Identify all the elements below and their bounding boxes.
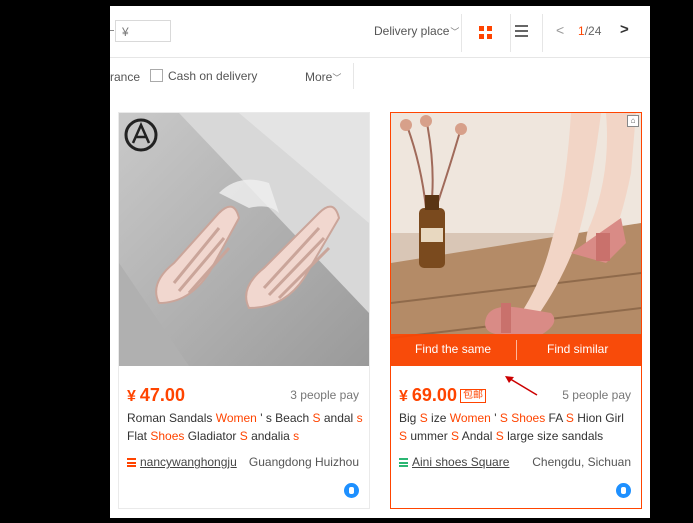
grid-view-button[interactable] [462, 8, 510, 57]
filter-insurance[interactable]: rance [110, 70, 140, 84]
chat-icon[interactable] [344, 483, 359, 498]
shop-location: Guangdong Huizhou [248, 455, 359, 469]
checkbox-icon[interactable] [150, 69, 163, 82]
product-price: ¥47.00 [127, 385, 185, 405]
delivery-place-label: Delivery place [374, 24, 450, 38]
annotation-arrow-icon [505, 376, 538, 396]
product-title[interactable]: Roman Sandals Women ' s Beach S andal s … [127, 409, 363, 445]
product-price: ¥69.00 包邮 [399, 385, 486, 406]
delivery-place-dropdown[interactable]: Delivery place﹀ [374, 24, 459, 38]
chevron-down-icon: ﹀ [332, 73, 342, 83]
filter-bar: rance Cash on delivery More﹀ [110, 58, 650, 97]
compare-icon[interactable]: ⌂ [627, 115, 639, 127]
next-page-button[interactable]: > [620, 21, 629, 38]
chat-icon[interactable] [616, 483, 631, 498]
prev-page-button[interactable]: < [556, 22, 564, 38]
product-title[interactable]: Big S ize Women ' S Shoes FA S Hion Girl… [399, 409, 635, 445]
shop-icon [399, 458, 408, 467]
shop-link[interactable]: Aini shoes Square [399, 455, 509, 469]
product-image[interactable]: ⌂ Find the same Find similar [391, 113, 641, 366]
search-results-page: ¥ Delivery place﹀ < 1/24 > rance Cash on… [110, 6, 650, 518]
product-image[interactable] [119, 113, 369, 366]
divider [353, 63, 354, 89]
find-similar-button[interactable]: Find similar [547, 342, 608, 356]
find-actions-bar: Find the same Find similar [391, 334, 641, 366]
divider [516, 340, 517, 360]
list-view-icon[interactable] [515, 25, 529, 37]
free-shipping-badge: 包邮 [459, 389, 486, 403]
product-card[interactable]: ¥47.00 3 people pay Roman Sandals Women … [118, 112, 370, 509]
product-card[interactable]: ⌂ Find the same Find similar ¥69.00 包邮 5 … [390, 112, 642, 509]
grid-view-icon [479, 26, 493, 40]
chevron-down-icon: ﹀ [450, 27, 460, 37]
shop-icon [127, 458, 136, 467]
pay-count: 3 people pay [290, 388, 359, 402]
filter-cash-on-delivery[interactable]: Cash on delivery [150, 69, 257, 83]
shop-link[interactable]: nancywanghongju [127, 455, 237, 469]
sort-toolbar: ¥ Delivery place﹀ < 1/24 > [110, 6, 650, 58]
price-max-input[interactable]: ¥ [115, 20, 171, 42]
price-range-dash [110, 30, 114, 31]
divider [542, 14, 543, 52]
page-indicator: 1/24 [578, 24, 602, 38]
find-same-button[interactable]: Find the same [415, 342, 491, 356]
pay-count: 5 people pay [562, 388, 631, 402]
more-filters-dropdown[interactable]: More﹀ [305, 70, 341, 84]
divider [510, 14, 511, 52]
shop-location: Chengdu, Sichuan [532, 455, 631, 469]
